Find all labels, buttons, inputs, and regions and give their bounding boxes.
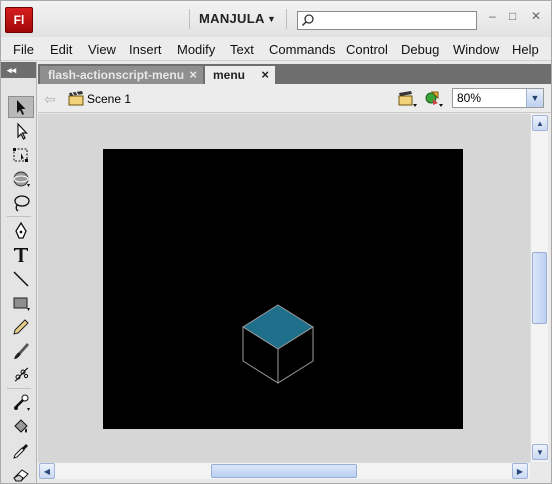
menu-control[interactable]: Control xyxy=(346,42,388,57)
document-tabs: flash-actionscript-menu × menu × xyxy=(38,64,551,84)
pasteboard xyxy=(38,114,530,462)
bone-tool-icon[interactable] xyxy=(8,392,34,414)
menu-window[interactable]: Window xyxy=(453,42,499,57)
rectangle-tool-icon[interactable] xyxy=(8,292,34,314)
zoom-value: 80% xyxy=(457,91,482,105)
chevron-down-icon[interactable]: ▼ xyxy=(267,14,276,24)
tools-panel: ◂◂ xyxy=(1,62,37,483)
vertical-scrollbar[interactable]: ▲ ▼ xyxy=(530,114,548,462)
title-separator xyxy=(286,9,287,29)
menu-commands[interactable]: Commands xyxy=(269,42,335,57)
flash-window: Fl MANJULA ▼ – □ ✕ File Edit View Insert… xyxy=(0,0,552,484)
cube-shape[interactable] xyxy=(241,299,315,385)
selection-tool-icon[interactable] xyxy=(8,96,34,118)
horizontal-scrollbar[interactable]: ◀ ▶ xyxy=(38,462,530,479)
edit-scene-icon[interactable] xyxy=(398,90,418,108)
search-icon xyxy=(301,14,314,27)
text-tool-icon[interactable] xyxy=(8,244,34,266)
paint-bucket-tool-icon[interactable] xyxy=(8,416,34,438)
tab-label: flash-actionscript-menu xyxy=(48,68,185,82)
flash-logo-icon: Fl xyxy=(5,7,33,33)
chevron-down-icon[interactable]: ▼ xyxy=(526,89,543,107)
eraser-tool-icon[interactable] xyxy=(8,464,34,484)
tool-divider xyxy=(7,216,31,217)
subselection-tool-icon[interactable] xyxy=(8,120,34,142)
scroll-down-icon[interactable]: ▼ xyxy=(532,444,548,460)
back-arrow-icon[interactable]: ⇦ xyxy=(44,91,56,108)
title-bar: Fl MANJULA ▼ – □ ✕ xyxy=(1,1,551,37)
menu-help[interactable]: Help xyxy=(512,42,539,57)
close-tab-icon[interactable]: × xyxy=(189,66,197,84)
menu-file[interactable]: File xyxy=(13,42,34,57)
eyedropper-tool-icon[interactable] xyxy=(8,440,34,462)
close-tab-icon[interactable]: × xyxy=(261,66,269,84)
stage-canvas[interactable] xyxy=(103,149,463,429)
3d-rotation-tool-icon[interactable] xyxy=(8,168,34,190)
edit-bar: ⇦ Scene 1 80% ▼ xyxy=(38,84,551,113)
brush-tool-icon[interactable] xyxy=(8,340,34,362)
close-icon[interactable]: ✕ xyxy=(531,9,541,23)
free-transform-tool-icon[interactable] xyxy=(8,144,34,166)
zoom-select[interactable]: 80% ▼ xyxy=(452,88,544,108)
edit-symbols-icon[interactable] xyxy=(424,90,444,108)
horizontal-scroll-thumb[interactable] xyxy=(211,464,357,478)
lasso-tool-icon[interactable] xyxy=(8,192,34,214)
tool-divider xyxy=(7,388,31,389)
maximize-icon[interactable]: □ xyxy=(509,9,516,23)
workspace-switcher[interactable]: MANJULA xyxy=(199,11,265,26)
line-tool-icon[interactable] xyxy=(8,268,34,290)
search-input[interactable] xyxy=(297,11,477,30)
menu-debug[interactable]: Debug xyxy=(401,42,439,57)
menu-text[interactable]: Text xyxy=(230,42,254,57)
collapse-panel-icon[interactable]: ◂◂ xyxy=(1,62,36,78)
scrollbar-corner xyxy=(530,462,548,479)
menu-modify[interactable]: Modify xyxy=(177,42,215,57)
tab-menu[interactable]: menu × xyxy=(205,66,275,84)
deco-tool-icon[interactable] xyxy=(8,364,34,386)
menu-bar: File Edit View Insert Modify Text Comman… xyxy=(1,37,551,61)
scene-clapper-icon xyxy=(68,91,84,106)
scene-label[interactable]: Scene 1 xyxy=(87,92,131,106)
menu-edit[interactable]: Edit xyxy=(50,42,72,57)
pen-tool-icon[interactable] xyxy=(8,220,34,242)
tab-label: menu xyxy=(213,68,246,82)
scroll-up-icon[interactable]: ▲ xyxy=(532,115,548,131)
pencil-tool-icon[interactable] xyxy=(8,316,34,338)
scroll-left-icon[interactable]: ◀ xyxy=(39,463,55,479)
tab-flash-actionscript-menu[interactable]: flash-actionscript-menu × xyxy=(40,66,203,84)
minimize-icon[interactable]: – xyxy=(489,9,496,23)
menu-view[interactable]: View xyxy=(88,42,116,57)
vertical-scroll-thumb[interactable] xyxy=(532,252,547,324)
menu-insert[interactable]: Insert xyxy=(129,42,162,57)
title-separator xyxy=(189,9,190,29)
scroll-right-icon[interactable]: ▶ xyxy=(512,463,528,479)
